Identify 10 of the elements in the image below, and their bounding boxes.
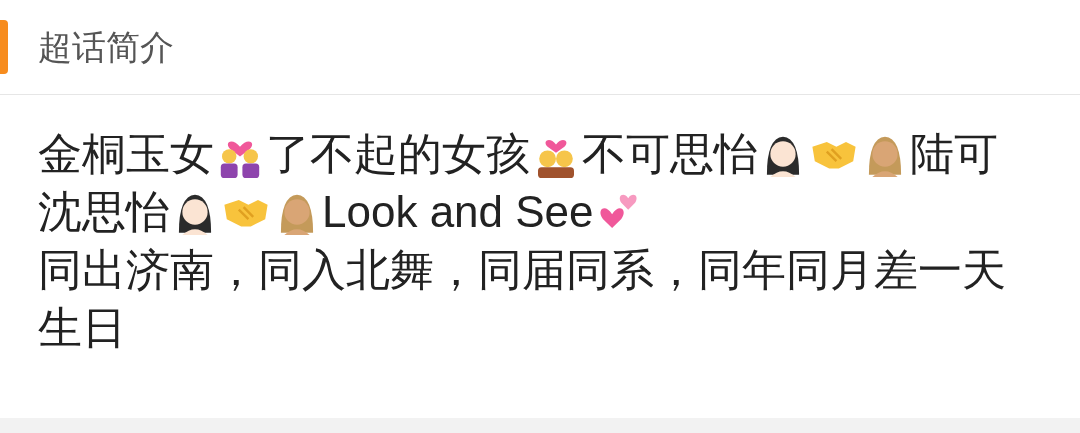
- intro-text: Look and See: [322, 186, 594, 238]
- accent-bar: [0, 20, 8, 74]
- intro-text: 了不起的女孩: [266, 128, 530, 180]
- intro-text: 陆可: [910, 128, 998, 180]
- intro-text: 不可思怡: [582, 128, 758, 180]
- section-title: 超话简介: [38, 26, 174, 68]
- intro-text: 生日: [38, 302, 126, 354]
- intro-text: 沈思怡: [38, 186, 170, 238]
- intro-text: 同出济南，同入北舞，同届同系，同年同月差一天: [38, 244, 1006, 296]
- intro-text: 金桐玉女: [38, 128, 214, 180]
